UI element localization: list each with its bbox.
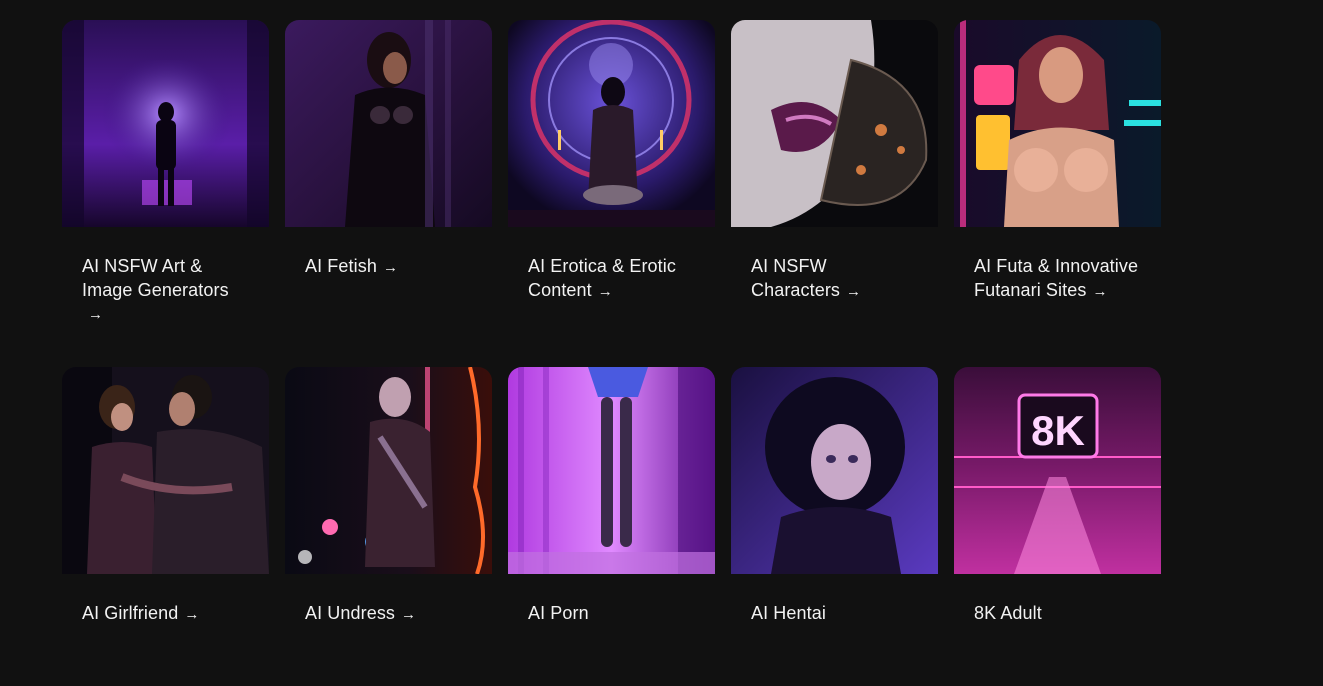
- category-title[interactable]: AI Fetish →: [285, 227, 492, 367]
- category-image[interactable]: [731, 367, 938, 574]
- category-card-fetish[interactable]: AI Fetish →: [285, 20, 492, 367]
- category-title[interactable]: AI Hentai: [731, 574, 938, 686]
- category-card-undress[interactable]: AI Undress →: [285, 367, 492, 686]
- category-image[interactable]: [508, 20, 715, 227]
- category-image[interactable]: [62, 20, 269, 227]
- category-card-girlfriend[interactable]: AI Girlfriend →: [62, 367, 269, 686]
- arrow-right-icon: →: [597, 282, 613, 300]
- category-card-porn[interactable]: AI Porn: [508, 367, 715, 686]
- category-image[interactable]: [62, 367, 269, 574]
- category-image[interactable]: [508, 367, 715, 574]
- category-image[interactable]: [285, 20, 492, 227]
- category-title[interactable]: AI NSFW Art & Image Generators→: [62, 227, 269, 367]
- category-image[interactable]: [954, 20, 1161, 227]
- arrow-right-icon: →: [382, 259, 399, 276]
- category-title[interactable]: AI Girlfriend →: [62, 574, 269, 686]
- category-card-erotica[interactable]: AI Erotica & Erotic Content →: [508, 20, 715, 367]
- category-title[interactable]: AI Undress →: [285, 574, 492, 686]
- neon-sign-text: 8K: [1031, 407, 1085, 454]
- arrow-right-icon: →: [88, 306, 104, 323]
- category-title[interactable]: 8K Adult: [954, 574, 1161, 686]
- category-image[interactable]: 8K: [954, 367, 1161, 574]
- category-image[interactable]: [285, 367, 492, 574]
- category-card-futa[interactable]: AI Futa & Innovative Futanari Sites →: [954, 20, 1161, 367]
- category-card-nsfw-characters[interactable]: AI NSFW Characters →: [731, 20, 938, 367]
- category-title[interactable]: AI Porn: [508, 574, 715, 686]
- category-card-hentai[interactable]: AI Hentai: [731, 367, 938, 686]
- category-card-nsfw-art[interactable]: AI NSFW Art & Image Generators→: [62, 20, 269, 367]
- category-grid: AI NSFW Art & Image Generators→ AI Fetis: [62, 20, 1161, 686]
- category-title[interactable]: AI NSFW Characters →: [731, 227, 938, 367]
- category-title[interactable]: AI Erotica & Erotic Content →: [508, 227, 715, 367]
- arrow-right-icon: →: [846, 282, 862, 300]
- category-card-8k-adult[interactable]: 8K 8K Adult: [954, 367, 1161, 686]
- category-title[interactable]: AI Futa & Innovative Futanari Sites →: [954, 227, 1161, 367]
- arrow-right-icon: →: [1092, 282, 1108, 300]
- category-image[interactable]: [731, 20, 938, 227]
